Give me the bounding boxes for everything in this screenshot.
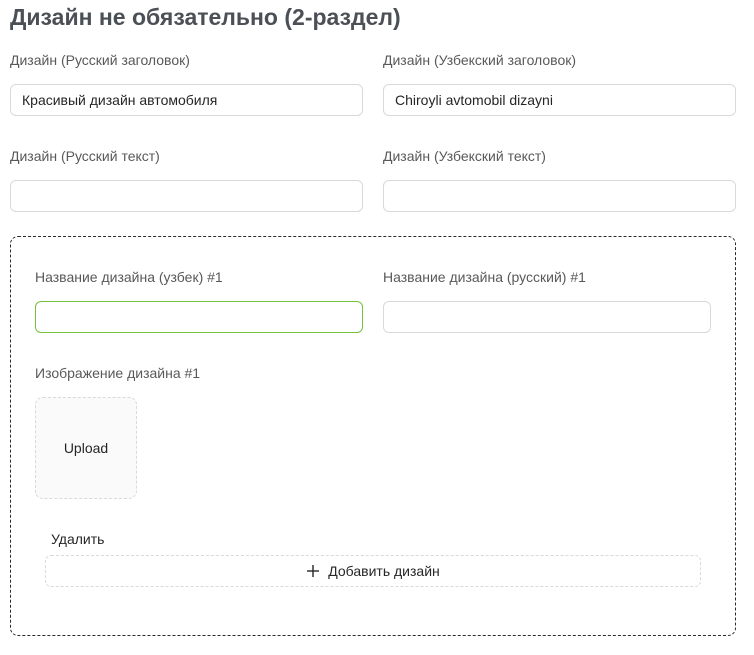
- ru-text-label: Дизайн (Русский текст): [10, 148, 160, 164]
- upload-label: Upload: [63, 440, 109, 456]
- design-name-ru-label: Название дизайна (русский) #1: [383, 269, 586, 285]
- ru-text-input[interactable]: [10, 180, 363, 212]
- uz-text-label: Дизайн (Узбекский текст): [383, 148, 546, 164]
- ru-heading-input[interactable]: Красивый дизайн автомобиля: [10, 84, 363, 116]
- upload-button[interactable]: Upload: [35, 397, 137, 499]
- design-name-uz-label: Название дизайна (узбек) #1: [35, 269, 223, 285]
- add-design-label: Добавить дизайн: [328, 563, 440, 579]
- design-image-label: Изображение дизайна #1: [35, 365, 201, 381]
- uz-text-input[interactable]: [383, 180, 736, 212]
- ru-heading-label: Дизайн (Русский заголовок): [10, 52, 190, 68]
- design-name-ru-input[interactable]: [383, 301, 711, 333]
- design-name-uz-input[interactable]: [35, 301, 363, 333]
- uz-heading-input[interactable]: Chiroyli avtomobil dizayni: [383, 84, 736, 116]
- delete-button[interactable]: Удалить: [51, 530, 104, 548]
- section-title: Дизайн не обязательно (2-раздел): [10, 4, 401, 30]
- add-design-button[interactable]: Добавить дизайн: [45, 555, 701, 587]
- plus-icon: [307, 565, 320, 577]
- uz-heading-label: Дизайн (Узбекский заголовок): [383, 52, 577, 68]
